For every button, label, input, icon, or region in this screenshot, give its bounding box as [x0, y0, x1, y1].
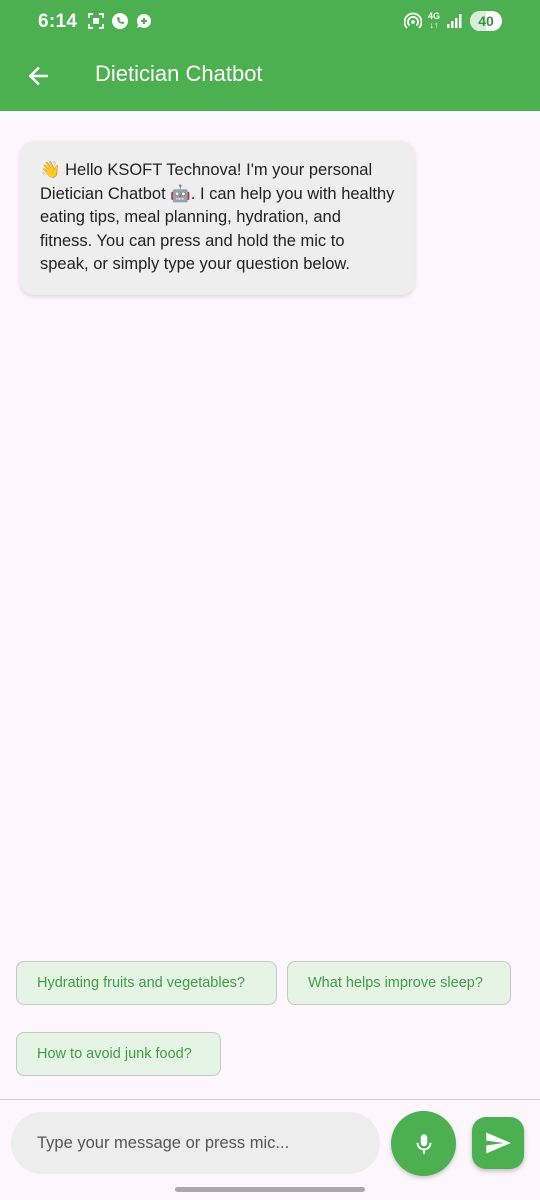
message-plus-icon	[136, 13, 151, 28]
message-input[interactable]	[11, 1112, 380, 1174]
suggestion-chip[interactable]: What helps improve sleep?	[287, 961, 511, 1005]
screenshot-icon	[88, 13, 104, 29]
system-icons: 4G ↓↑ 40	[404, 11, 502, 31]
back-button[interactable]	[20, 58, 56, 94]
chat-screen: 6:14 4G ↓↑ 40 Dietician Chatbot 👋 Hello …	[0, 0, 540, 1200]
suggestion-chip[interactable]: Hydrating fruits and vegetables?	[16, 961, 277, 1005]
suggestion-chip[interactable]: How to avoid junk food?	[16, 1032, 221, 1076]
mic-button[interactable]	[391, 1111, 456, 1176]
mic-icon	[416, 1133, 431, 1154]
arrow-back-icon	[28, 66, 48, 86]
send-icon	[486, 1132, 511, 1154]
home-indicator[interactable]	[175, 1187, 365, 1192]
signal-icon	[447, 14, 462, 28]
bot-message-bubble: 👋 Hello KSOFT Technova! I'm your persona…	[20, 141, 415, 295]
status-time: 6:14	[38, 11, 78, 32]
send-button[interactable]	[472, 1117, 524, 1169]
notification-icons	[87, 12, 153, 30]
app-header: 6:14 4G ↓↑ 40 Dietician Chatbot	[0, 0, 540, 111]
page-title: Dietician Chatbot	[95, 61, 263, 86]
message-text: 👋 Hello KSOFT Technova! I'm your persona…	[40, 161, 395, 273]
composer-divider	[0, 1099, 540, 1100]
app-bar: Dietician Chatbot	[0, 44, 540, 111]
battery-icon: 40	[470, 11, 502, 31]
network-type: 4G ↓↑	[428, 11, 441, 30]
hotspot-icon	[404, 12, 422, 29]
whatsapp-icon	[112, 13, 128, 29]
status-bar: 6:14 4G ↓↑ 40	[0, 0, 540, 44]
